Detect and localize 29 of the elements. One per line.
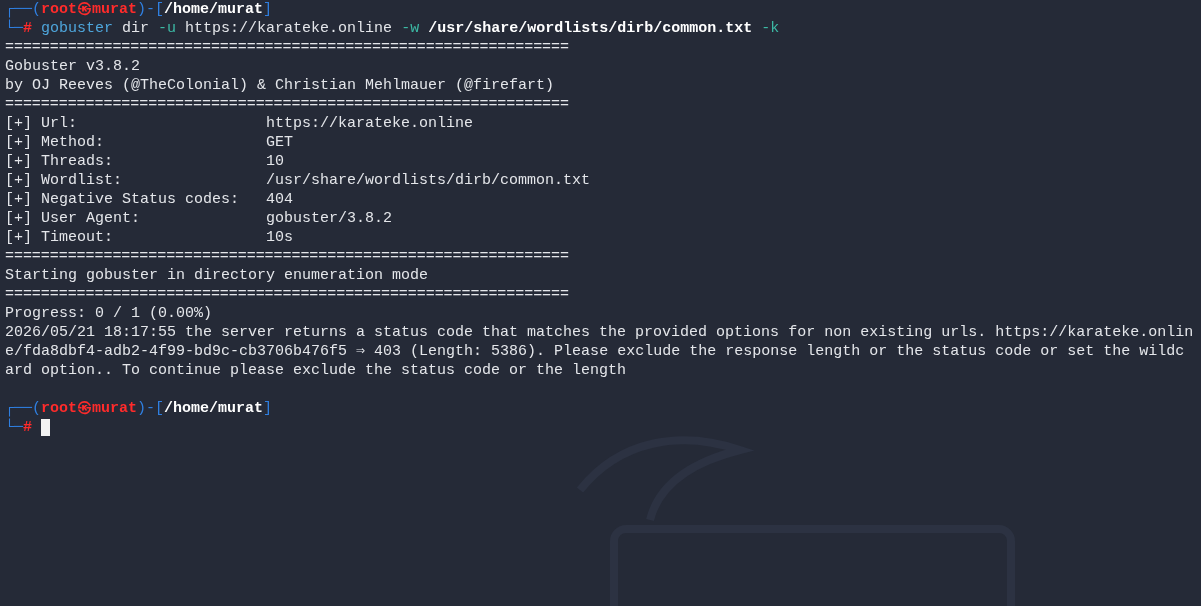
option-value: 404 [266,190,294,209]
prompt-line: ┌──(root㉿murat)-[/home/murat] [5,399,273,418]
option-label: [+] Url: [5,114,78,133]
option-label: [+] Wordlist: [5,171,124,190]
separator-rule: =============================================================== [5,38,569,57]
separator-rule: =============================================================== [5,247,569,266]
output-line: Gobuster v3.8.2 [5,57,141,76]
option-value: 10s [266,228,294,247]
command-line: └─# gobuster dir -u https://karateke.online -w /usr/share/wordlists/dirb/common.txt -k [5,19,780,38]
option-value: https://karateke.online [266,114,474,133]
option-label: [+] Timeout: [5,228,115,247]
option-label: [+] Threads: [5,152,115,171]
option-label: [+] Negative Status codes: [5,190,241,209]
output-line: e/fda8dbf4-adb2-4f99-bd9c-cb3706b476f5 ⇒ 403 (Length: 5386). Please exclude the response length or the status code or set the wildc [5,342,1185,361]
output-line: ard option.. To continue please exclude the status code or the length [5,361,627,380]
output-line: by OJ Reeves (@TheColonial) & Christian Mehlmauer (@firefart) [5,76,555,95]
output-line: Starting gobuster in directory enumeration mode [5,266,429,285]
separator-rule: =============================================================== [5,285,569,304]
option-label: [+] Method: [5,133,106,152]
option-label: [+] User Agent: [5,209,142,228]
prompt-line: ┌──(root㉿murat)-[/home/murat] [5,0,273,19]
option-value: 10 [266,152,285,171]
output-line: Progress: 0 / 1 (0.00%) [5,304,213,323]
output-line: 2026/05/21 18:17:55 the server returns a status code that matches the provided options for non existing urls. https://karateke.onlin [5,323,1194,342]
option-value: gobuster/3.8.2 [266,209,393,228]
command-line: └─# [5,418,34,437]
option-value: /usr/share/wordlists/dirb/common.txt [266,171,591,190]
separator-rule: =============================================================== [5,95,569,114]
option-value: GET [266,133,294,152]
